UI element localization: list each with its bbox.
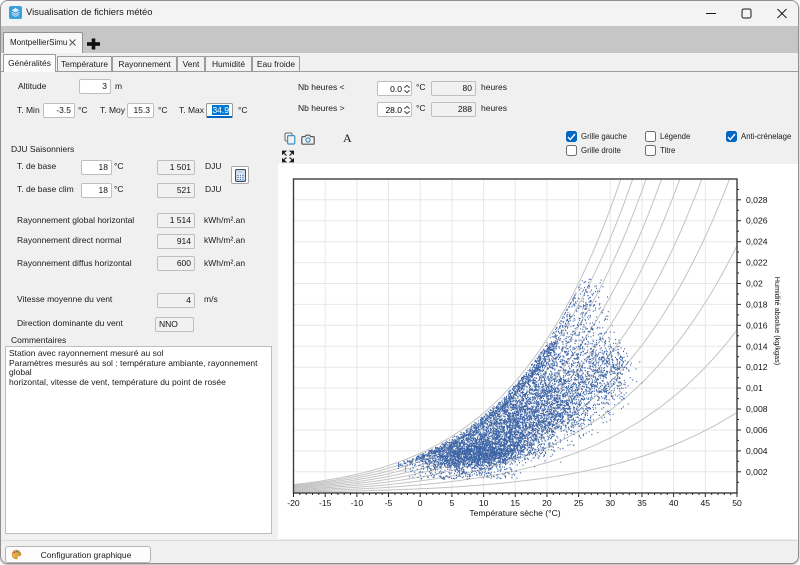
svg-text:0,006: 0,006 bbox=[746, 425, 768, 435]
svg-text:0,012: 0,012 bbox=[746, 362, 768, 372]
svg-text:0,028: 0,028 bbox=[746, 195, 768, 205]
svg-text:-5: -5 bbox=[385, 498, 393, 508]
svg-text:15: 15 bbox=[510, 498, 520, 508]
svg-text:0,016: 0,016 bbox=[746, 320, 768, 330]
svg-text:40: 40 bbox=[669, 498, 679, 508]
svg-text:50: 50 bbox=[732, 498, 742, 508]
svg-text:0,002: 0,002 bbox=[746, 467, 768, 477]
svg-text:30: 30 bbox=[606, 498, 616, 508]
svg-text:10: 10 bbox=[479, 498, 489, 508]
svg-text:Humidité absolue (kg/kgas): Humidité absolue (kg/kgas) bbox=[773, 277, 782, 365]
svg-text:-10: -10 bbox=[351, 498, 364, 508]
svg-text:0,022: 0,022 bbox=[746, 258, 768, 268]
svg-text:0,024: 0,024 bbox=[746, 237, 768, 247]
svg-text:0,018: 0,018 bbox=[746, 299, 768, 309]
svg-text:20: 20 bbox=[542, 498, 552, 508]
svg-text:0,014: 0,014 bbox=[746, 341, 768, 351]
svg-text:5: 5 bbox=[450, 498, 455, 508]
svg-text:0,02: 0,02 bbox=[746, 279, 763, 289]
svg-text:0,004: 0,004 bbox=[746, 446, 768, 456]
svg-text:-20: -20 bbox=[287, 498, 300, 508]
svg-text:25: 25 bbox=[574, 498, 584, 508]
svg-text:45: 45 bbox=[701, 498, 711, 508]
svg-text:0,026: 0,026 bbox=[746, 216, 768, 226]
svg-text:35: 35 bbox=[637, 498, 647, 508]
svg-text:0,01: 0,01 bbox=[746, 383, 763, 393]
svg-text:Température sèche (°C): Température sèche (°C) bbox=[469, 508, 560, 518]
svg-text:0: 0 bbox=[418, 498, 423, 508]
svg-text:0,008: 0,008 bbox=[746, 404, 768, 414]
svg-text:-15: -15 bbox=[319, 498, 332, 508]
